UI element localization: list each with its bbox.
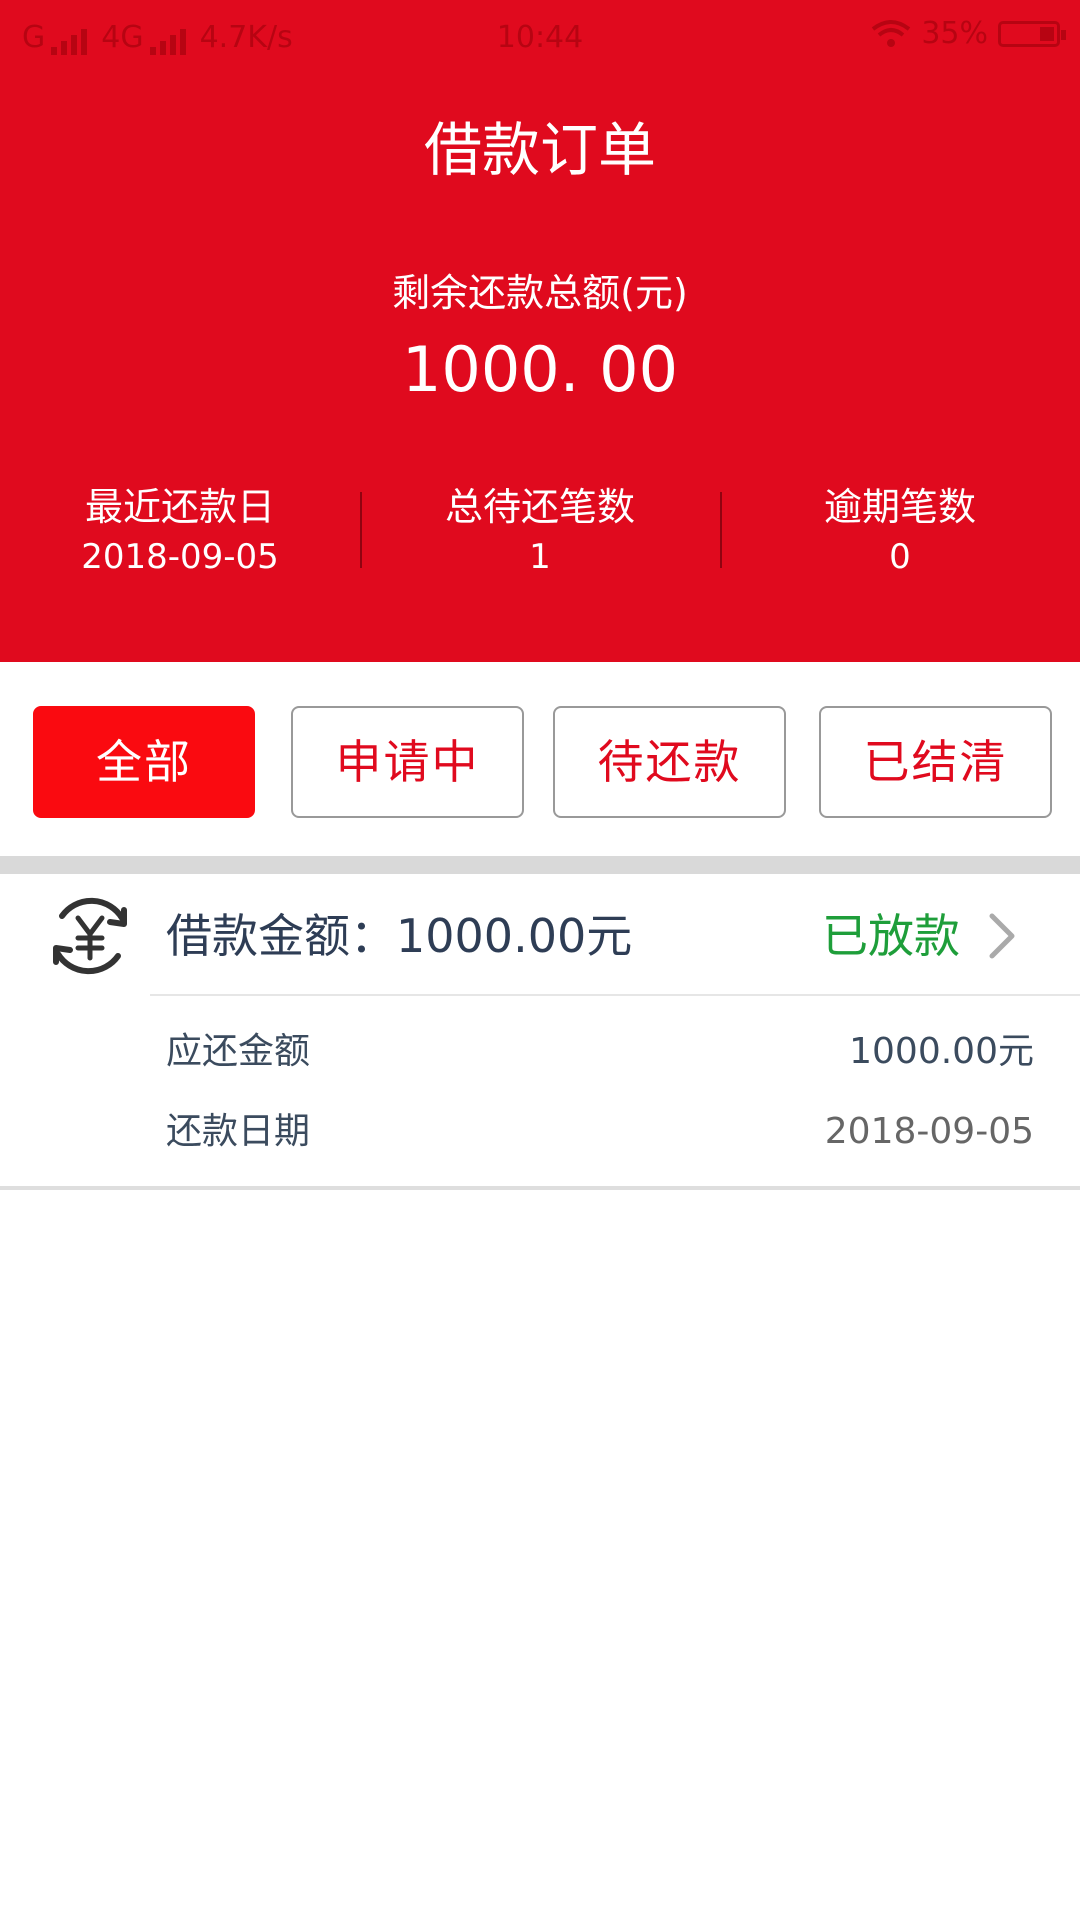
- status-right-group: 35%: [871, 16, 1066, 51]
- tab-all[interactable]: 全部: [33, 706, 255, 818]
- order-card[interactable]: 借款金额：1000.00元 已放款 应还金额 1000.00元 还款日期 201…: [0, 874, 1080, 1190]
- remaining-amount: 1000. 00: [401, 333, 679, 406]
- stat-value: 0: [889, 537, 911, 577]
- stat-value: 2018-09-05: [81, 537, 279, 577]
- row-label: 应还金额: [166, 1031, 311, 1072]
- section-divider: [0, 856, 1080, 874]
- stat-label: 总待还笔数: [444, 485, 635, 529]
- tab-settled[interactable]: 已结清: [819, 706, 1052, 818]
- stat-overdue-count: 逾期笔数 0: [720, 482, 1080, 582]
- order-status-badge: 已放款: [822, 909, 960, 963]
- row-value: 2018-09-05: [824, 1111, 1034, 1152]
- stats-row: 最近还款日 2018-09-05 总待还笔数 1 逾期笔数 0: [0, 482, 1080, 582]
- stat-label: 最近还款日: [84, 485, 275, 529]
- status-bar: G 4G 4.7K/s 10:44 35%: [0, 0, 1080, 78]
- filter-tabs: 全部 申请中 待还款 已结清: [0, 662, 1080, 856]
- stat-label: 逾期笔数: [823, 485, 976, 529]
- row-label: 还款日期: [166, 1111, 311, 1152]
- page-title: 借款订单: [423, 116, 656, 184]
- tab-pending-repayment[interactable]: 待还款: [553, 706, 786, 818]
- row-due-amount: 应还金额 1000.00元: [166, 1022, 1034, 1082]
- yuan-refresh-icon: [53, 897, 127, 975]
- stat-value: 1: [529, 537, 551, 577]
- row-value: 1000.00元: [849, 1031, 1034, 1072]
- row-due-date: 还款日期 2018-09-05: [166, 1102, 1034, 1162]
- chevron-right-icon[interactable]: [978, 910, 1026, 962]
- wifi-icon: [872, 19, 911, 47]
- remaining-label: 剩余还款总额(元): [392, 271, 688, 315]
- card-divider: [150, 994, 1080, 996]
- battery-icon: [998, 20, 1066, 47]
- loan-amount-title: 借款金额：1000.00元: [166, 909, 633, 963]
- tab-applying[interactable]: 申请中: [291, 706, 524, 818]
- summary-header: G 4G 4.7K/s 10:44 35% 借款订单 剩余还款总额(元) 100…: [0, 0, 1080, 662]
- stat-next-due-date: 最近还款日 2018-09-05: [0, 482, 360, 582]
- battery-percent: 35%: [921, 16, 988, 51]
- stat-pending-count: 总待还笔数 1: [360, 482, 720, 582]
